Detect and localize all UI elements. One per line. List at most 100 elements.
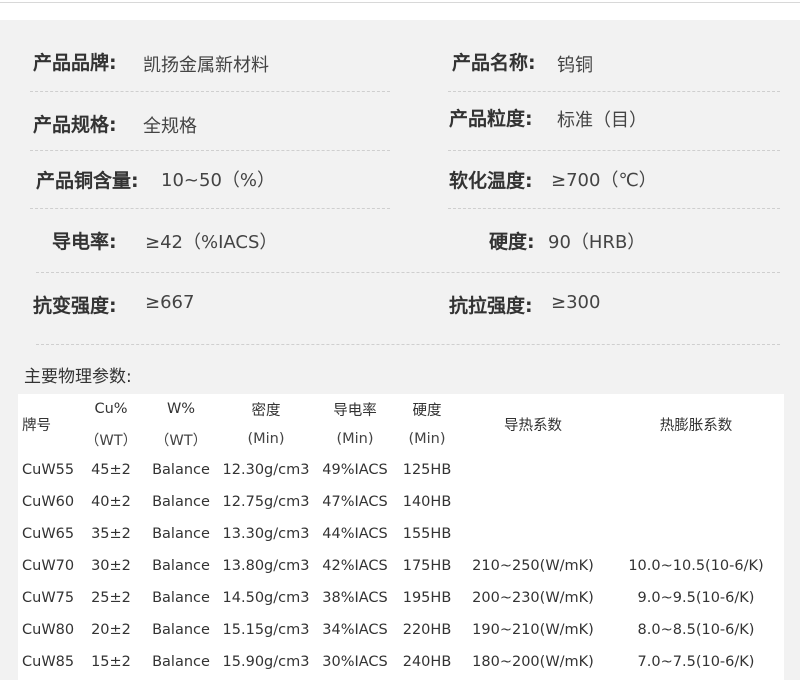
cell-w: Balance — [152, 622, 210, 638]
top-bar — [0, 0, 800, 20]
cell-cu: 35±2 — [91, 526, 131, 542]
cell-w: Balance — [152, 526, 210, 542]
copper-content-value: 10~50（%） — [161, 170, 275, 191]
cell-expansion — [608, 486, 784, 518]
header-conductivity: 导电率 — [333, 402, 377, 419]
cell-thermal — [458, 454, 608, 486]
cell-grade: CuW80 — [22, 622, 75, 638]
cell-density: 12.75g/cm3 — [222, 494, 310, 510]
cell-expansion: 9.0~9.5(10-6/K) — [637, 590, 755, 606]
cell-thermal — [458, 518, 608, 550]
cell-hardness: 195HB — [402, 590, 452, 606]
divider — [36, 344, 780, 345]
divider — [448, 91, 780, 92]
header-cu-unit: （WT） — [84, 432, 138, 449]
cell-grade: CuW65 — [22, 526, 75, 542]
cell-thermal: 210~250(W/mK) — [472, 558, 594, 574]
cell-expansion: 10.0~10.5(10-6/K) — [628, 558, 764, 574]
spec-label: 产品规格: — [33, 114, 117, 136]
cell-density: 15.90g/cm3 — [222, 654, 310, 670]
cell-conductivity: 38%IACS — [322, 590, 388, 606]
cell-grade: CuW70 — [22, 558, 75, 574]
cell-w: Balance — [152, 558, 210, 574]
cell-density: 14.50g/cm3 — [222, 590, 310, 606]
table-row: CuW70 30±2 Balance 13.80g/cm3 42%IACS 17… — [18, 550, 784, 582]
header-hardness: 硬度 — [412, 402, 442, 419]
cell-w: Balance — [152, 494, 210, 510]
section-title: 主要物理参数: — [24, 367, 132, 387]
cell-grade: CuW60 — [22, 494, 75, 510]
cell-density: 12.30g/cm3 — [222, 462, 310, 478]
table-row: CuW80 20±2 Balance 15.15g/cm3 34%IACS 22… — [18, 614, 784, 646]
header-grade: 牌号 — [22, 417, 51, 434]
cell-cu: 25±2 — [91, 590, 131, 606]
cell-cu: 45±2 — [91, 462, 131, 478]
cell-conductivity: 44%IACS — [322, 526, 388, 542]
cell-hardness: 220HB — [402, 622, 452, 638]
spec-value: 全规格 — [143, 116, 197, 137]
cell-density: 15.15g/cm3 — [222, 622, 310, 638]
cell-hardness: 175HB — [402, 558, 452, 574]
table-row: CuW85 15±2 Balance 15.90g/cm3 30%IACS 24… — [18, 646, 784, 678]
cell-cu: 20±2 — [91, 622, 131, 638]
header-density: 密度 — [251, 402, 281, 419]
cell-thermal: 190~210(W/mK) — [472, 622, 594, 638]
cell-expansion — [608, 454, 784, 486]
hardness-value: 90（HRB） — [548, 232, 646, 253]
header-w-unit: （WT） — [154, 432, 208, 449]
divider — [36, 272, 780, 273]
divider — [30, 208, 390, 209]
header-cu: Cu% — [94, 401, 128, 417]
copper-content-label: 产品铜含量: — [36, 170, 139, 192]
cell-thermal — [458, 486, 608, 518]
cell-cu: 30±2 — [91, 558, 131, 574]
cell-conductivity: 49%IACS — [322, 462, 388, 478]
divider — [30, 91, 390, 92]
cell-expansion: 7.0~7.5(10-6/K) — [637, 654, 755, 670]
soften-temp-label: 软化温度: — [449, 170, 533, 192]
cell-cu: 15±2 — [91, 654, 131, 670]
cell-hardness: 155HB — [402, 526, 452, 542]
cell-thermal: 200~230(W/mK) — [472, 590, 594, 606]
cell-w: Balance — [152, 462, 210, 478]
top-divider — [0, 2, 800, 3]
product-name-value: 钨铜 — [557, 55, 593, 76]
soften-temp-value: ≥700（℃） — [551, 170, 657, 191]
brand-value: 凯扬金属新材料 — [143, 55, 269, 76]
cell-grade: CuW55 — [22, 462, 75, 478]
divider — [448, 150, 780, 151]
cell-conductivity: 47%IACS — [322, 494, 388, 510]
conductivity-label: 导电率: — [52, 231, 117, 253]
conductivity-value: ≥42（%IACS） — [145, 232, 278, 253]
table-row: CuW60 40±2 Balance 12.75g/cm3 47%IACS 14… — [18, 486, 784, 518]
cell-grade: CuW85 — [22, 654, 75, 670]
table-row: CuW75 25±2 Balance 14.50g/cm3 38%IACS 19… — [18, 582, 784, 614]
cell-conductivity: 34%IACS — [322, 622, 388, 638]
header-hardness-unit: (Min) — [408, 431, 446, 447]
cell-grade: CuW75 — [22, 590, 75, 606]
table-row: CuW65 35±2 Balance 13.30g/cm3 44%IACS 15… — [18, 518, 784, 550]
table-header-row: 牌号 Cu% W% 密度 导电率 硬度 导热系数 热膨胀系数 — [18, 394, 784, 434]
header-thermal-conductivity: 导热系数 — [504, 417, 562, 434]
divider — [30, 150, 390, 151]
cell-hardness: 140HB — [402, 494, 452, 510]
tensile-strength-label: 抗变强度: — [33, 295, 117, 317]
cell-cu: 40±2 — [91, 494, 131, 510]
header-conductivity-unit: (Min) — [336, 431, 374, 447]
cell-hardness: 125HB — [402, 462, 452, 478]
cell-thermal: 180~200(W/mK) — [472, 654, 594, 670]
header-density-unit: (Min) — [247, 431, 285, 447]
cell-w: Balance — [152, 590, 210, 606]
pull-strength-value: ≥300 — [551, 292, 601, 313]
grain-label: 产品粒度: — [449, 108, 533, 130]
brand-label: 产品品牌: — [33, 52, 117, 74]
grain-value: 标准（目） — [557, 110, 647, 131]
cell-density: 13.80g/cm3 — [222, 558, 310, 574]
header-w: W% — [166, 401, 196, 417]
cell-expansion — [608, 518, 784, 550]
cell-expansion: 8.0~8.5(10-6/K) — [637, 622, 755, 638]
cell-conductivity: 42%IACS — [322, 558, 388, 574]
product-name-label: 产品名称: — [452, 52, 536, 74]
pull-strength-label: 抗拉强度: — [449, 295, 533, 317]
divider — [448, 208, 780, 209]
